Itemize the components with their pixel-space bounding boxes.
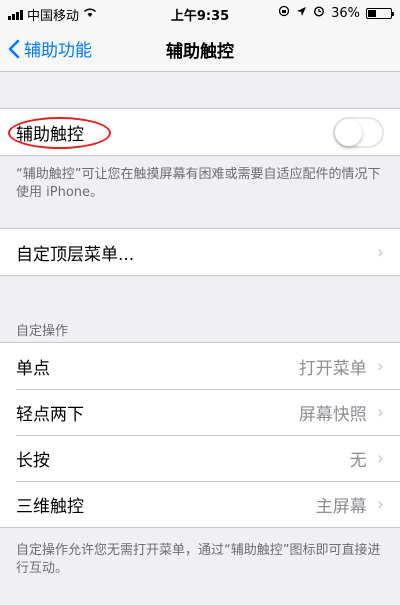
assistive-touch-toggle[interactable] — [333, 116, 384, 148]
custom-action-row[interactable]: 三维触控 主屏幕 › — [0, 481, 400, 527]
custom-actions-group: 单点 打开菜单 › 轻点两下 屏幕快照 › 长按 无 › 三维触控 主屏幕 › — [0, 342, 400, 528]
chevron-right-icon: › — [376, 447, 384, 469]
top-menu-row[interactable]: 自定顶层菜单... › — [0, 229, 400, 275]
custom-actions-header: 自定操作 — [16, 324, 69, 339]
battery-icon — [366, 7, 394, 19]
custom-action-value: 主屏幕 — [315, 496, 367, 517]
custom-action-value: 打开菜单 — [298, 358, 367, 379]
custom-action-value: 无 — [349, 450, 367, 471]
custom-action-row[interactable]: 长按 无 › — [0, 435, 400, 481]
chevron-right-icon: › — [376, 241, 384, 263]
battery-percent: 36% — [331, 5, 360, 21]
status-right: 36% — [278, 5, 394, 21]
chevron-right-icon: › — [376, 355, 384, 377]
rotation-lock-icon — [278, 5, 290, 21]
custom-action-label: 三维触控 — [16, 496, 84, 517]
custom-action-row[interactable]: 轻点两下 屏幕快照 › — [0, 389, 400, 435]
status-bar: 中国移动 上午9:35 36% — [0, 0, 400, 24]
chevron-right-icon: › — [376, 401, 384, 423]
custom-action-value: 屏幕快照 — [298, 404, 367, 425]
top-menu-group: 自定顶层菜单... › — [0, 228, 400, 276]
highlight-annotation — [8, 117, 111, 149]
custom-action-label: 长按 — [16, 450, 50, 471]
chevron-right-icon: › — [376, 493, 384, 515]
assistive-touch-note: “辅助触控”可让您在触摸屏幕有困难或需要自适应配件的情况下使用 iPhone。 — [16, 167, 381, 200]
alarm-icon — [313, 5, 325, 21]
custom-action-label: 单点 — [16, 358, 50, 379]
location-icon — [296, 6, 307, 21]
toggle-knob — [335, 118, 362, 146]
custom-actions-note: 自定操作允许您无需打开菜单，通过“辅助触控”图标即可直接进行互动。 — [16, 543, 381, 576]
custom-action-row[interactable]: 单点 打开菜单 › — [0, 343, 400, 389]
nav-bar: 辅助功能 辅助触控 — [0, 24, 400, 72]
custom-action-label: 轻点两下 — [16, 404, 84, 425]
battery-fill — [368, 9, 376, 17]
page-title: 辅助触控 — [166, 42, 234, 62]
top-menu-label: 自定顶层菜单... — [16, 244, 135, 265]
